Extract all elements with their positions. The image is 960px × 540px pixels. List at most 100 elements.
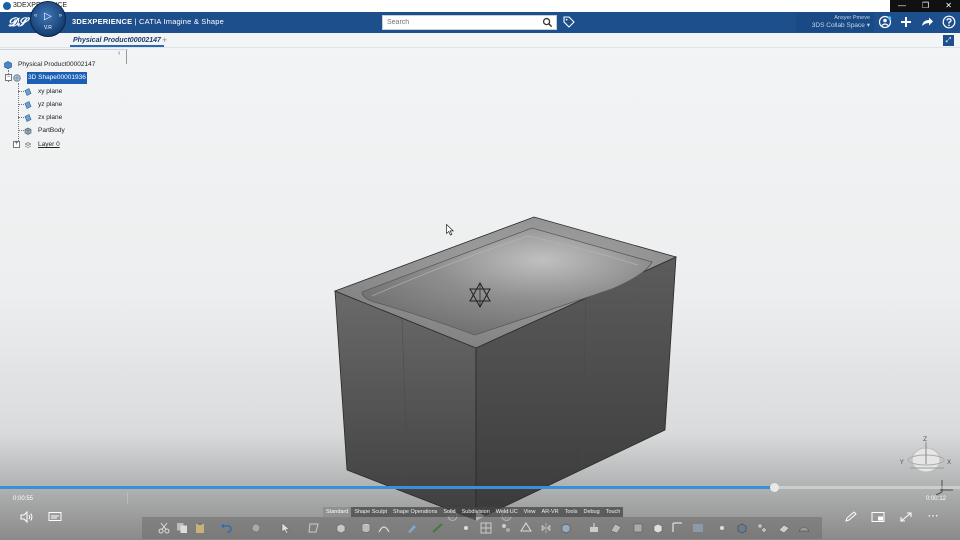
cylinder-icon[interactable]	[360, 522, 372, 534]
add-tab-button[interactable]: +	[162, 34, 167, 47]
tab-ar-vr[interactable]: AR-VR	[539, 507, 562, 517]
box-primitive-icon[interactable]	[335, 522, 347, 534]
fillet-icon[interactable]	[672, 522, 684, 534]
mouse-cursor-icon	[446, 224, 454, 236]
tab-debug[interactable]: Debug	[580, 507, 602, 517]
3d-shape-body[interactable]	[333, 216, 678, 521]
tree-item-label: yz plane	[38, 101, 63, 108]
tree-item-label: PartBody	[38, 127, 65, 134]
compass-right-arrow-icon: »	[58, 13, 62, 19]
plane-icon	[24, 88, 32, 96]
fullscreen-icon[interactable]	[899, 511, 913, 526]
dassault-logo-icon[interactable]: 𝓓𝓢	[8, 15, 27, 30]
symmetry-icon[interactable]	[540, 522, 552, 534]
sketch-icon[interactable]	[308, 522, 320, 534]
current-time: 0:00:55	[13, 496, 34, 502]
more-options-icon[interactable]: ⋯	[926, 509, 940, 522]
tab-solid[interactable]: Solid	[440, 507, 458, 517]
tree-expander[interactable]: +	[13, 141, 20, 148]
tab-touch[interactable]: Touch	[603, 507, 624, 517]
render-icon[interactable]	[692, 522, 704, 534]
tree-item-label: zx plane	[38, 114, 63, 121]
settings-gear-icon[interactable]	[250, 522, 262, 534]
restore-button[interactable]: ❐	[922, 0, 929, 12]
cut-icon[interactable]	[158, 522, 170, 534]
measure-icon[interactable]	[432, 522, 444, 534]
undo-icon[interactable]	[220, 522, 232, 534]
volume-icon[interactable]	[20, 510, 34, 526]
partbody-icon	[24, 127, 32, 135]
close-button[interactable]: ✕	[945, 0, 952, 12]
component-icon[interactable]	[736, 522, 748, 534]
material-icon[interactable]	[778, 522, 790, 534]
surface-icon[interactable]	[798, 522, 810, 534]
total-time: 0:00:12	[925, 496, 946, 502]
3d-viewport[interactable]	[0, 0, 960, 540]
dot-icon[interactable]	[716, 522, 728, 534]
tab-view[interactable]: View	[521, 507, 539, 517]
video-progress-thumb[interactable]	[769, 483, 779, 492]
tree-item-label: Physical Product00002147	[18, 61, 96, 68]
search-icon[interactable]	[542, 17, 553, 28]
triad-y-label: Y	[899, 459, 904, 466]
subdivide-icon[interactable]	[560, 522, 572, 534]
pattern-icon[interactable]	[500, 522, 512, 534]
help-icon[interactable]	[942, 15, 956, 29]
add-icon[interactable]	[899, 15, 913, 29]
document-tab-bar: Physical Product00002147 +	[0, 33, 960, 48]
tab-shape-operations[interactable]: Shape Operations	[390, 507, 440, 517]
video-progress-fill	[0, 486, 774, 489]
tab-physical-product[interactable]: Physical Product00002147	[70, 34, 164, 47]
extrude-icon[interactable]	[588, 522, 600, 534]
tab-weld-uc[interactable]: Weld UC	[493, 507, 521, 517]
layer-icon	[24, 142, 32, 148]
3dexperience-app-icon	[3, 2, 11, 10]
picture-in-picture-icon[interactable]	[871, 511, 885, 526]
minimize-button[interactable]: —	[898, 0, 906, 12]
select-arrow-icon[interactable]	[280, 522, 292, 534]
maximize-viewer-icon[interactable]: ⤢	[943, 35, 954, 46]
scale-icon[interactable]	[652, 522, 664, 534]
compass-widget[interactable]: « ▷ » V.R	[30, 1, 66, 37]
tab-subdivision[interactable]: Subdivision	[459, 507, 493, 517]
tab-shape-sculpt[interactable]: Shape Sculpt	[351, 507, 390, 517]
search-input[interactable]	[382, 15, 557, 30]
window-controls: — ❐ ✕	[890, 0, 960, 12]
triad-z-label: Z	[923, 436, 927, 443]
move-icon[interactable]	[632, 522, 644, 534]
collab-user: Ansyer Pmeve	[834, 15, 870, 21]
collab-space-selector[interactable]: Ansyer Pmeve 3DS Collab Space ▾	[796, 13, 874, 32]
paste-icon[interactable]	[194, 522, 206, 534]
compass-left-arrow-icon: «	[34, 13, 38, 19]
dot-icon[interactable]	[460, 522, 472, 534]
tab-tools[interactable]: Tools	[562, 507, 581, 517]
tree-splitter: ‹	[0, 49, 128, 64]
edit-pencil-icon[interactable]	[844, 511, 858, 526]
action-bar-tabs: Standard Shape Sculpt Shape Operations S…	[323, 507, 624, 517]
tree-item-label: xy plane	[38, 88, 63, 95]
assembly-icon[interactable]	[756, 522, 768, 534]
tree-resize-handle[interactable]	[126, 50, 127, 64]
robot-manipulator-icon[interactable]	[469, 281, 491, 309]
tag-icon[interactable]	[563, 16, 575, 28]
robot-icon[interactable]	[520, 522, 532, 534]
copy-icon[interactable]	[176, 522, 188, 534]
compass-version: V.R	[44, 25, 52, 31]
triad-x-label: X	[947, 459, 951, 466]
tab-standard[interactable]: Standard	[323, 507, 352, 517]
timeline-marker	[127, 492, 128, 504]
tree-item-label: 3D Shape00001936	[27, 72, 87, 84]
grid-icon[interactable]	[480, 522, 492, 534]
video-progress-bar[interactable]	[0, 483, 960, 492]
window-title-bar: 3DEXPERIENCE — ❐ ✕	[0, 0, 960, 12]
share-icon[interactable]	[920, 15, 934, 29]
edit-surface-icon[interactable]	[610, 522, 622, 534]
3d-shape-icon	[13, 74, 21, 82]
brush-icon[interactable]	[406, 522, 418, 534]
tree-expander[interactable]: −	[5, 74, 12, 81]
user-profile-icon[interactable]	[878, 15, 892, 29]
collapse-tree-chevron-icon[interactable]: ‹	[118, 50, 120, 57]
tree-connector	[18, 83, 19, 145]
curve-icon[interactable]	[378, 522, 390, 534]
captions-icon[interactable]	[48, 511, 62, 526]
